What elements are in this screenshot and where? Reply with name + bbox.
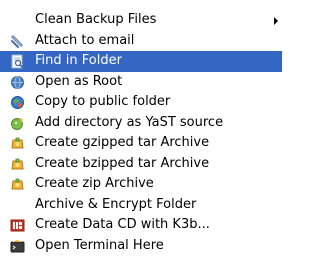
archive-icon: [10, 157, 25, 172]
menu-item-open-as-root[interactable]: Open as Root: [0, 72, 282, 93]
menu-item-create-bzipped-tar[interactable]: Create bzipped tar Archive: [0, 154, 282, 175]
menu-item-label: Open as Root: [35, 73, 123, 89]
menu-item-find-in-folder[interactable]: Find in Folder: [0, 51, 282, 72]
menu-item-label: Clean Backup Files: [35, 12, 157, 27]
menu-item-label: Open Terminal Here: [35, 237, 164, 253]
globe-icon: [10, 75, 25, 90]
menu-item-label: Attach to email: [35, 32, 135, 48]
globe-copy-icon: [10, 95, 25, 110]
archive-icon: [10, 136, 25, 151]
menu-item-label: Archive & Encrypt Folder: [35, 196, 197, 212]
menu-item-create-gzipped-tar[interactable]: Create gzipped tar Archive: [0, 133, 282, 154]
menu-item-label: Copy to public folder: [35, 94, 171, 109]
submenu-arrow-icon: [274, 17, 278, 25]
menu-item-label: Create Data CD with K3b...: [35, 217, 210, 232]
find-document-icon: [10, 54, 25, 69]
menu-item-attach-to-email[interactable]: Attach to email: [0, 31, 282, 52]
menu-item-archive-encrypt-folder[interactable]: Archive & Encrypt Folder: [0, 195, 282, 216]
k3b-icon: [10, 218, 25, 233]
terminal-icon: [10, 239, 25, 254]
yast-icon: [10, 116, 25, 131]
paperclip-icon: [10, 34, 25, 49]
menu-item-label: Create gzipped tar Archive: [35, 135, 210, 150]
archive-icon: [10, 177, 25, 192]
menu-item-clean-backup-files[interactable]: Clean Backup Files: [0, 10, 282, 31]
menu-item-open-terminal-here[interactable]: Open Terminal Here: [0, 236, 282, 257]
menu-item-copy-to-public-folder[interactable]: Copy to public folder: [0, 92, 282, 113]
menu-item-label: Add directory as YaST source: [35, 114, 224, 130]
menu-item-label: Create zip Archive: [35, 176, 154, 191]
menu-item-create-data-cd-k3b[interactable]: Create Data CD with K3b...: [0, 215, 282, 236]
menu-item-create-zip[interactable]: Create zip Archive: [0, 174, 282, 195]
context-menu: Clean Backup Files Attach to email Find …: [0, 0, 282, 263]
menu-item-label: Create bzipped tar Archive: [35, 155, 210, 171]
menu-item-label: Find in Folder: [35, 53, 122, 68]
menu-item-add-yast-source[interactable]: Add directory as YaST source: [0, 113, 282, 134]
